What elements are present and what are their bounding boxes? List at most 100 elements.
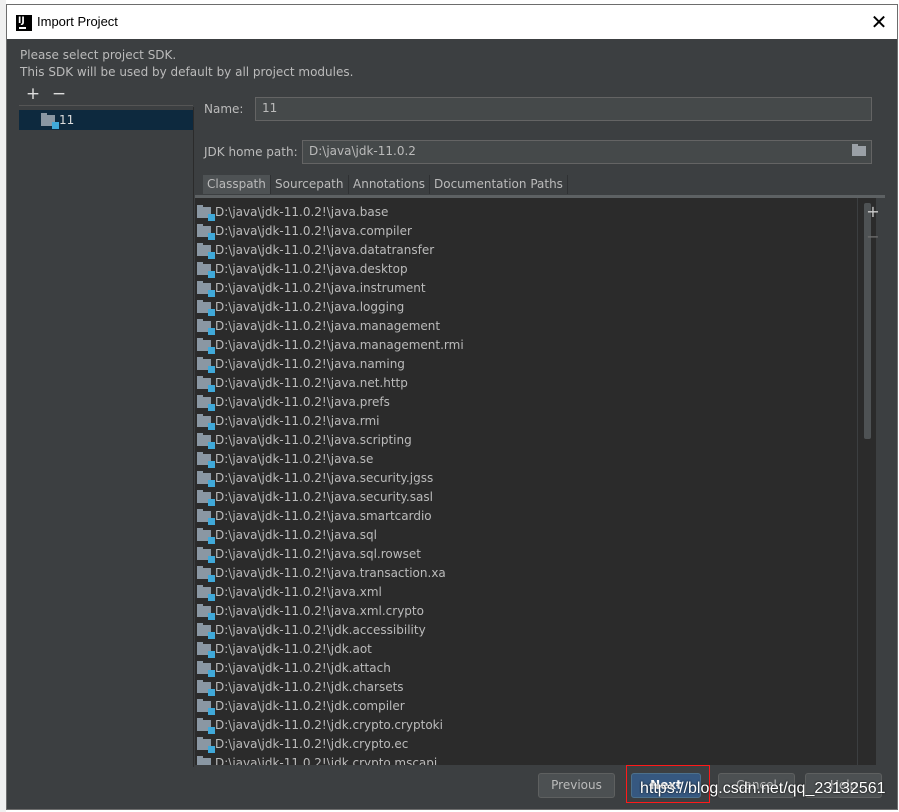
classpath-row[interactable]: D:\java\jdk-11.0.2!\java.security.jgss	[195, 469, 857, 488]
classpath-scrollbar[interactable]	[857, 198, 876, 765]
library-folder-icon	[197, 205, 215, 221]
library-folder-icon	[197, 319, 215, 335]
classpath-row[interactable]: D:\java\jdk-11.0.2!\java.logging	[195, 298, 857, 317]
classpath-row[interactable]: D:\java\jdk-11.0.2!\java.datatransfer	[195, 241, 857, 260]
library-folder-icon	[197, 604, 215, 620]
library-folder-icon	[197, 642, 215, 658]
classpath-row[interactable]: D:\java\jdk-11.0.2!\java.base	[195, 203, 857, 222]
classpath-row[interactable]: D:\java\jdk-11.0.2!\java.naming	[195, 355, 857, 374]
classpath-row[interactable]: D:\java\jdk-11.0.2!\java.sql	[195, 526, 857, 545]
library-folder-icon	[197, 452, 215, 468]
intellij-logo-icon: IJ	[16, 15, 32, 31]
tab-sourcepath[interactable]: Sourcepath	[271, 175, 349, 194]
classpath-entry: D:\java\jdk-11.0.2!\java.compiler	[215, 224, 412, 238]
classpath-entry: D:\java\jdk-11.0.2!\jdk.crypto.cryptoki	[215, 718, 443, 732]
classpath-entry: D:\java\jdk-11.0.2!\jdk.charsets	[215, 680, 404, 694]
classpath-row[interactable]: D:\java\jdk-11.0.2!\java.smartcardio	[195, 507, 857, 526]
classpath-row[interactable]: D:\java\jdk-11.0.2!\jdk.crypto.mscapi	[195, 754, 857, 765]
close-button[interactable]: ✕	[867, 10, 891, 34]
classpath-row[interactable]: D:\java\jdk-11.0.2!\java.management	[195, 317, 857, 336]
intro-line-1: Please select project SDK.	[20, 48, 177, 62]
classpath-entry: D:\java\jdk-11.0.2!\java.xml.crypto	[215, 604, 424, 618]
library-folder-icon	[197, 490, 215, 506]
library-folder-icon	[197, 300, 215, 316]
classpath-row[interactable]: D:\java\jdk-11.0.2!\java.net.http	[195, 374, 857, 393]
sdk-list: 11	[19, 107, 194, 767]
sdk-item-11[interactable]: 11	[19, 110, 193, 130]
classpath-entry: D:\java\jdk-11.0.2!\java.transaction.xa	[215, 566, 446, 580]
library-folder-icon	[197, 357, 215, 373]
jdk-home-path-value: D:\java\jdk-11.0.2	[309, 144, 416, 158]
library-folder-icon	[197, 471, 215, 487]
classpath-entry: D:\java\jdk-11.0.2!\jdk.compiler	[215, 699, 405, 713]
name-label: Name:	[204, 102, 244, 116]
library-folder-icon	[197, 433, 215, 449]
library-folder-icon	[197, 756, 211, 765]
classpath-row[interactable]: D:\java\jdk-11.0.2!\java.prefs	[195, 393, 857, 412]
import-project-dialog: IJ Import Project ✕ Please select projec…	[6, 4, 898, 810]
library-folder-icon	[197, 699, 215, 715]
classpath-row[interactable]: D:\java\jdk-11.0.2!\java.xml.crypto	[195, 602, 857, 621]
tab-annotations[interactable]: Annotations	[349, 175, 431, 194]
sdk-item-label: 11	[59, 113, 75, 127]
library-folder-icon	[197, 414, 215, 430]
classpath-row[interactable]: D:\java\jdk-11.0.2!\java.compiler	[195, 222, 857, 241]
library-folder-icon	[197, 661, 215, 677]
classpath-row[interactable]: D:\java\jdk-11.0.2!\jdk.crypto.cryptoki	[195, 716, 857, 735]
classpath-row[interactable]: D:\java\jdk-11.0.2!\jdk.aot	[195, 640, 857, 659]
library-folder-icon	[197, 737, 215, 753]
classpath-entry: D:\java\jdk-11.0.2!\java.scripting	[215, 433, 412, 447]
remove-sdk-button[interactable]: −	[51, 85, 67, 103]
classpath-entry: D:\java\jdk-11.0.2!\java.xml	[215, 585, 382, 599]
library-folder-icon	[197, 528, 215, 544]
library-folder-icon	[197, 680, 215, 696]
classpath-entry: D:\java\jdk-11.0.2!\jdk.accessibility	[215, 623, 426, 637]
library-folder-icon	[197, 623, 215, 639]
tab-documentation-paths[interactable]: Documentation Paths	[430, 175, 568, 194]
classpath-row[interactable]: D:\java\jdk-11.0.2!\java.desktop	[195, 260, 857, 279]
tab-classpath[interactable]: Classpath	[203, 175, 271, 194]
jdk-home-path-field[interactable]: D:\java\jdk-11.0.2	[302, 140, 872, 164]
classpath-entry: D:\java\jdk-11.0.2!\java.instrument	[215, 281, 426, 295]
classpath-row[interactable]: D:\java\jdk-11.0.2!\java.rmi	[195, 412, 857, 431]
classpath-row[interactable]: D:\java\jdk-11.0.2!\java.security.sasl	[195, 488, 857, 507]
name-field[interactable]: 11	[255, 97, 872, 121]
classpath-row[interactable]: D:\java\jdk-11.0.2!\jdk.charsets	[195, 678, 857, 697]
title-bar[interactable]: IJ Import Project ✕	[7, 5, 897, 39]
sdk-toolbar: + −	[19, 85, 193, 106]
classpath-entry: D:\java\jdk-11.0.2!\java.base	[215, 205, 389, 219]
classpath-row[interactable]: D:\java\jdk-11.0.2!\jdk.compiler	[195, 697, 857, 716]
classpath-row[interactable]: D:\java\jdk-11.0.2!\java.se	[195, 450, 857, 469]
classpath-row[interactable]: D:\java\jdk-11.0.2!\java.instrument	[195, 279, 857, 298]
classpath-entry: D:\java\jdk-11.0.2!\java.management	[215, 319, 441, 333]
classpath-row[interactable]: D:\java\jdk-11.0.2!\jdk.attach	[195, 659, 857, 678]
classpath-row[interactable]: D:\java\jdk-11.0.2!\jdk.crypto.ec	[195, 735, 857, 754]
add-path-button[interactable]: +	[865, 204, 881, 220]
classpath-row[interactable]: D:\java\jdk-11.0.2!\java.management.rmi	[195, 336, 857, 355]
classpath-entry: D:\java\jdk-11.0.2!\java.prefs	[215, 395, 390, 409]
classpath-row[interactable]: D:\java\jdk-11.0.2!\java.scripting	[195, 431, 857, 450]
intro-line-2: This SDK will be used by default by all …	[20, 65, 354, 79]
add-sdk-button[interactable]: +	[25, 85, 41, 103]
library-folder-icon	[197, 395, 215, 411]
previous-button[interactable]: Previous	[538, 773, 615, 798]
library-folder-icon	[197, 547, 215, 563]
classpath-row[interactable]: D:\java\jdk-11.0.2!\java.sql.rowset	[195, 545, 857, 564]
classpath-row[interactable]: D:\java\jdk-11.0.2!\java.transaction.xa	[195, 564, 857, 583]
library-folder-icon	[197, 376, 215, 392]
classpath-entry: D:\java\jdk-11.0.2!\java.net.http	[215, 376, 408, 390]
classpath-entry: D:\java\jdk-11.0.2!\java.sql	[215, 528, 377, 542]
window-title: Import Project	[37, 14, 118, 29]
classpath-entry: D:\java\jdk-11.0.2!\jdk.attach	[215, 661, 391, 675]
folder-browse-icon[interactable]	[852, 144, 866, 156]
remove-path-button[interactable]: −	[865, 229, 881, 245]
classpath-row[interactable]: D:\java\jdk-11.0.2!\jdk.accessibility	[195, 621, 857, 640]
library-folder-icon	[197, 281, 215, 297]
library-folder-icon	[197, 243, 215, 259]
classpath-row[interactable]: D:\java\jdk-11.0.2!\java.xml	[195, 583, 857, 602]
library-folder-icon	[197, 585, 215, 601]
classpath-entry: D:\java\jdk-11.0.2!\java.se	[215, 452, 374, 466]
classpath-entry: D:\java\jdk-11.0.2!\java.smartcardio	[215, 509, 432, 523]
sdk-panel: + − 11	[19, 83, 194, 773]
classpath-list[interactable]: D:\java\jdk-11.0.2!\java.base D:\java\jdk…	[195, 198, 857, 765]
